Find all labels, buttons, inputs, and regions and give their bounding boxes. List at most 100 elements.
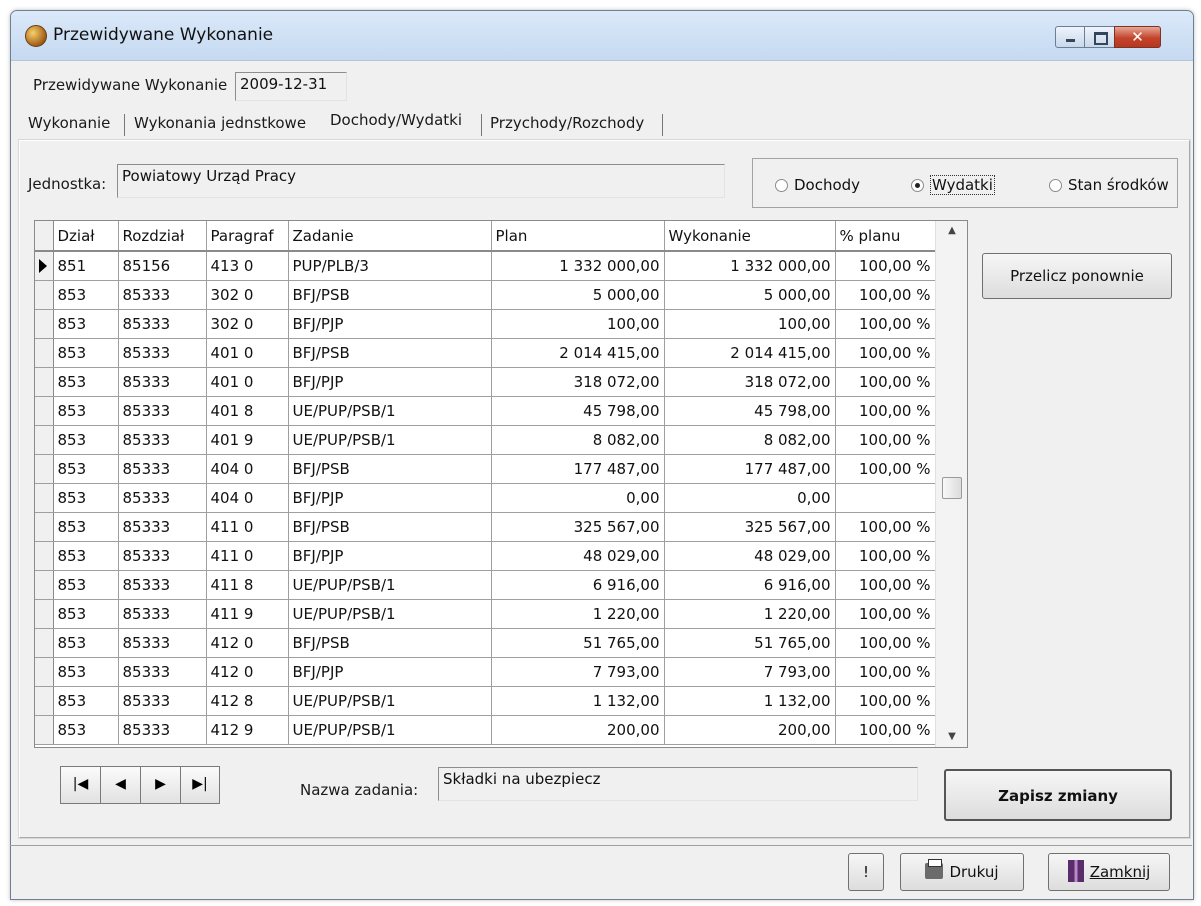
row-indicator[interactable]	[35, 367, 54, 397]
cell-paragraf[interactable]: 401 9	[206, 425, 289, 455]
cell-zadanie[interactable]: BFJ/PSB	[288, 454, 492, 484]
cell-plan[interactable]: 51 765,00	[491, 628, 665, 658]
cell-zadanie[interactable]: BFJ/PSB	[288, 628, 492, 658]
cell-dzial[interactable]: 853	[53, 628, 119, 658]
cell-wykonanie[interactable]: 8 082,00	[664, 425, 836, 455]
table-row[interactable]: 853 85333 401 0 BFJ/PSB 2 014 415,00 2 014 41…	[35, 338, 936, 368]
cell-rozdzial[interactable]: 85333	[118, 309, 207, 339]
cell-dzial[interactable]: 853	[53, 280, 119, 310]
cell-wykonanie[interactable]: 51 765,00	[664, 628, 836, 658]
cell-paragraf[interactable]: 404 0	[206, 454, 289, 484]
cell-procent-planu[interactable]: 100,00 %	[835, 309, 936, 339]
cell-paragraf[interactable]: 302 0	[206, 309, 289, 339]
grid-vertical-scrollbar[interactable]: ▲ ▼	[935, 221, 967, 747]
cell-plan[interactable]: 8 082,00	[491, 425, 665, 455]
cell-wykonanie[interactable]: 318 072,00	[664, 367, 836, 397]
cell-zadanie[interactable]: UE/PUP/PSB/1	[288, 715, 492, 745]
tab-przychody-rozchody[interactable]: Przychody/Rozchody	[485, 108, 649, 138]
radio-dochody[interactable]: Dochody	[775, 176, 860, 194]
cell-rozdzial[interactable]: 85333	[118, 599, 207, 629]
column-header-dzial[interactable]: Dział	[53, 221, 119, 252]
cell-zadanie[interactable]: BFJ/PJP	[288, 541, 492, 571]
cell-rozdzial[interactable]: 85333	[118, 657, 207, 687]
save-changes-button[interactable]: Zapisz zmiany	[944, 769, 1172, 821]
table-row[interactable]: 853 85333 411 0 BFJ/PSB 325 567,00 325 567,00…	[35, 512, 936, 542]
cell-wykonanie[interactable]: 7 793,00	[664, 657, 836, 687]
cell-rozdzial[interactable]: 85333	[118, 628, 207, 658]
cell-procent-planu[interactable]: 100,00 %	[835, 628, 936, 658]
cell-zadanie[interactable]: BFJ/PJP	[288, 367, 492, 397]
cell-rozdzial[interactable]: 85156	[118, 251, 207, 281]
cell-rozdzial[interactable]: 85333	[118, 541, 207, 571]
cell-procent-planu[interactable]: 100,00 %	[835, 280, 936, 310]
tab-dochody-wydatki[interactable]: Dochody/Wydatki	[325, 105, 468, 138]
row-indicator[interactable]	[35, 454, 54, 484]
cell-plan[interactable]: 1 132,00	[491, 686, 665, 716]
cell-paragraf[interactable]: 412 9	[206, 715, 289, 745]
cell-paragraf[interactable]: 412 0	[206, 657, 289, 687]
cell-zadanie[interactable]: UE/PUP/PSB/1	[288, 425, 492, 455]
row-indicator[interactable]	[35, 686, 54, 716]
next-record-button[interactable]: ▶	[140, 766, 180, 804]
cell-rozdzial[interactable]: 85333	[118, 280, 207, 310]
cell-rozdzial[interactable]: 85333	[118, 338, 207, 368]
cell-zadanie[interactable]: BFJ/PJP	[288, 483, 492, 513]
table-row[interactable]: 853 85333 411 0 BFJ/PJP 48 029,00 48 029,00 10…	[35, 541, 936, 571]
cell-plan[interactable]: 6 916,00	[491, 570, 665, 600]
column-header-rozdzial[interactable]: Rozdział	[118, 221, 207, 252]
cell-rozdzial[interactable]: 85333	[118, 512, 207, 542]
cell-dzial[interactable]: 853	[53, 715, 119, 745]
table-row[interactable]: 851 85156 413 0 PUP/PLB/3 1 332 000,00 1 332 …	[35, 251, 936, 281]
cell-rozdzial[interactable]: 85333	[118, 483, 207, 513]
cell-procent-planu[interactable]: 100,00 %	[835, 541, 936, 571]
cell-plan[interactable]: 177 487,00	[491, 454, 665, 484]
cell-wykonanie[interactable]: 5 000,00	[664, 280, 836, 310]
column-header-paragraf[interactable]: Paragraf	[206, 221, 289, 252]
cell-dzial[interactable]: 853	[53, 570, 119, 600]
cell-wykonanie[interactable]: 1 132,00	[664, 686, 836, 716]
cell-rozdzial[interactable]: 85333	[118, 454, 207, 484]
table-row[interactable]: 853 85333 404 0 BFJ/PJP 0,00 0,00	[35, 483, 936, 513]
print-button[interactable]: Drukuj	[900, 853, 1024, 891]
cell-plan[interactable]: 100,00	[491, 309, 665, 339]
cell-wykonanie[interactable]: 6 916,00	[664, 570, 836, 600]
cell-plan[interactable]: 1 220,00	[491, 599, 665, 629]
cell-plan[interactable]: 1 332 000,00	[491, 251, 665, 281]
cell-procent-planu[interactable]: 100,00 %	[835, 686, 936, 716]
cell-dzial[interactable]: 853	[53, 338, 119, 368]
row-indicator[interactable]	[35, 657, 54, 687]
cell-dzial[interactable]: 853	[53, 309, 119, 339]
cell-plan[interactable]: 0,00	[491, 483, 665, 513]
column-header-procent-planu[interactable]: % planu	[835, 221, 936, 252]
cell-wykonanie[interactable]: 1 332 000,00	[664, 251, 836, 281]
cell-procent-planu[interactable]: 100,00 %	[835, 425, 936, 455]
cell-wykonanie[interactable]: 45 798,00	[664, 396, 836, 426]
row-indicator[interactable]	[35, 396, 54, 426]
cell-paragraf[interactable]: 412 0	[206, 628, 289, 658]
table-row[interactable]: 853 85333 411 8 UE/PUP/PSB/1 6 916,00 6 916,0…	[35, 570, 936, 600]
row-indicator[interactable]	[35, 483, 54, 513]
table-row[interactable]: 853 85333 401 8 UE/PUP/PSB/1 45 798,00 45 798…	[35, 396, 936, 426]
table-row[interactable]: 853 85333 412 9 UE/PUP/PSB/1 200,00 200,00 100…	[35, 715, 936, 745]
row-indicator[interactable]	[35, 425, 54, 455]
cell-dzial[interactable]: 853	[53, 512, 119, 542]
cell-wykonanie[interactable]: 1 220,00	[664, 599, 836, 629]
cell-plan[interactable]: 318 072,00	[491, 367, 665, 397]
row-indicator[interactable]	[35, 512, 54, 542]
cell-rozdzial[interactable]: 85333	[118, 367, 207, 397]
cell-procent-planu[interactable]: 100,00 %	[835, 396, 936, 426]
cell-dzial[interactable]: 853	[53, 367, 119, 397]
last-record-button[interactable]: ▶|	[180, 766, 220, 804]
cell-zadanie[interactable]: BFJ/PJP	[288, 309, 492, 339]
column-header-wykonanie[interactable]: Wykonanie	[664, 221, 836, 252]
cell-dzial[interactable]: 853	[53, 686, 119, 716]
cell-paragraf[interactable]: 411 8	[206, 570, 289, 600]
cell-rozdzial[interactable]: 85333	[118, 715, 207, 745]
cell-wykonanie[interactable]: 177 487,00	[664, 454, 836, 484]
cell-zadanie[interactable]: UE/PUP/PSB/1	[288, 686, 492, 716]
exclamation-button[interactable]: !	[848, 853, 884, 891]
cell-rozdzial[interactable]: 85333	[118, 686, 207, 716]
cell-zadanie[interactable]: BFJ/PJP	[288, 657, 492, 687]
tab-wykonania-jednostkowe[interactable]: Wykonania jednstkowe	[129, 108, 311, 138]
cell-wykonanie[interactable]: 2 014 415,00	[664, 338, 836, 368]
